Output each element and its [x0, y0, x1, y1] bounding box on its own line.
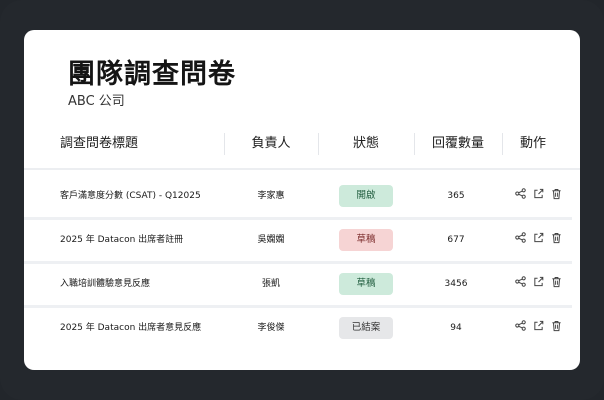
device-frame: 團隊調查問卷 ABC 公司 調查問卷標題 負責人 狀態 回覆數量 動作 客戶滿意…	[0, 0, 604, 400]
export-icon[interactable]	[533, 232, 545, 246]
share-icon[interactable]	[515, 232, 527, 246]
survey-title[interactable]: 2025 年 Datacon 出席者註冊	[60, 219, 183, 261]
status-badge: 已結案	[339, 317, 393, 339]
table-row[interactable]: 2025 年 Datacon 出席者註冊 吳嫻嫻 草稿 677	[24, 219, 580, 261]
trash-icon[interactable]	[551, 232, 563, 246]
survey-title[interactable]: 入職培訓體驗意見反應	[60, 263, 150, 305]
survey-title[interactable]: 客戶滿意度分數 (CSAT) - Q12025	[60, 175, 201, 217]
header-title[interactable]: 調查問卷標題	[60, 130, 138, 168]
table-row[interactable]: 入職培訓體驗意見反應 張凱 草稿 3456	[24, 263, 580, 305]
trash-icon[interactable]	[551, 320, 563, 334]
response-count: 677	[447, 235, 465, 245]
share-icon[interactable]	[515, 188, 527, 202]
row-actions	[515, 320, 565, 336]
survey-card: 團隊調查問卷 ABC 公司 調查問卷標題 負責人 狀態 回覆數量 動作 客戶滿意…	[24, 30, 580, 370]
status-badge: 草稿	[339, 229, 393, 251]
status-badge: 草稿	[339, 273, 393, 295]
row-actions	[515, 276, 565, 292]
survey-owner: 吳嫻嫻	[257, 235, 285, 245]
table-header: 調查問卷標題 負責人 狀態 回覆數量 動作	[24, 130, 580, 168]
trash-icon[interactable]	[551, 188, 563, 202]
header-underline	[24, 168, 580, 170]
survey-title[interactable]: 2025 年 Datacon 出席者意見反應	[60, 307, 201, 349]
response-count: 94	[450, 323, 462, 333]
row-actions	[515, 232, 565, 248]
header-responses[interactable]: 回覆數量	[414, 130, 502, 168]
survey-owner: 李家惠	[257, 191, 285, 201]
export-icon[interactable]	[533, 320, 545, 334]
survey-owner: 李俊傑	[257, 323, 285, 333]
table-row[interactable]: 客戶滿意度分數 (CSAT) - Q12025 李家惠 開啟 365	[24, 175, 580, 217]
status-badge: 開啟	[339, 185, 393, 207]
header-actions: 動作	[519, 136, 546, 151]
table-row[interactable]: 2025 年 Datacon 出席者意見反應 李俊傑 已結案 94	[24, 307, 580, 349]
response-count: 3456	[444, 279, 468, 289]
header-owner[interactable]: 負責人	[224, 130, 318, 168]
row-actions	[515, 188, 565, 204]
page-title: 團隊調查問卷	[68, 59, 236, 90]
header-status[interactable]: 狀態	[318, 130, 414, 168]
survey-owner: 張凱	[261, 279, 280, 289]
share-icon[interactable]	[515, 276, 527, 290]
org-name: ABC 公司	[68, 94, 125, 109]
share-icon[interactable]	[515, 320, 527, 334]
trash-icon[interactable]	[551, 276, 563, 290]
export-icon[interactable]	[533, 276, 545, 290]
response-count: 365	[447, 191, 465, 201]
export-icon[interactable]	[533, 188, 545, 202]
